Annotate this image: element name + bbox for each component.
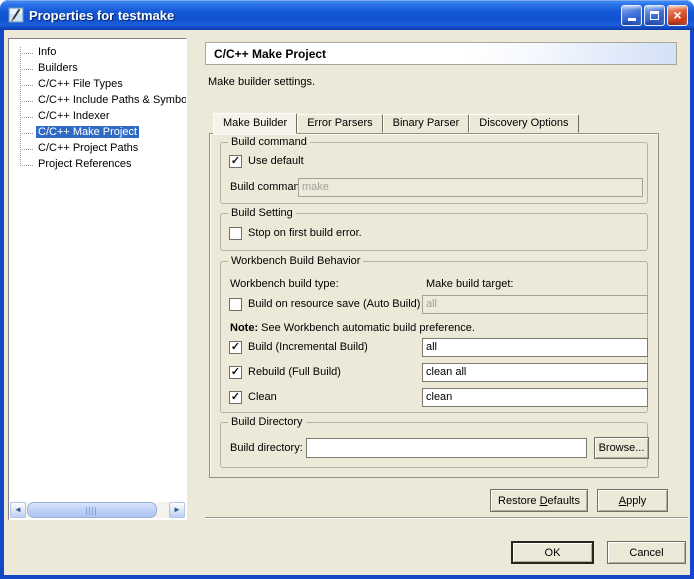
ok-button[interactable]: OK bbox=[511, 541, 594, 564]
scroll-right-icon: ► bbox=[173, 506, 181, 514]
page-header: C/C++ Make Project bbox=[205, 42, 677, 65]
build-directory-group: Build Directory Build directory: Browse.… bbox=[220, 422, 648, 468]
rebuild-label: Rebuild (Full Build) bbox=[248, 366, 341, 378]
tree-item-include-paths[interactable]: C/C++ Include Paths & Symbo bbox=[9, 93, 186, 109]
workbench-build-behavior-group: Workbench Build Behavior Workbench build… bbox=[220, 261, 648, 413]
scrollbar-grip-icon bbox=[86, 507, 98, 515]
clean-checkbox[interactable]: ✓ bbox=[229, 391, 242, 404]
title-bar[interactable]: Properties for testmake × bbox=[0, 0, 694, 30]
button-bar-separator bbox=[205, 517, 688, 519]
rebuild-checkbox[interactable]: ✓ bbox=[229, 366, 242, 379]
build-setting-group-title: Build Setting bbox=[228, 207, 296, 220]
checkmark-icon: ✓ bbox=[231, 365, 240, 378]
minimize-button[interactable] bbox=[621, 5, 642, 26]
scroll-left-icon: ◄ bbox=[14, 506, 22, 514]
scroll-left-button[interactable]: ◄ bbox=[10, 502, 26, 518]
restore-defaults-label: Restore Defaults bbox=[498, 495, 580, 507]
incremental-build-checkbox[interactable]: ✓ bbox=[229, 341, 242, 354]
browse-button[interactable]: Browse... bbox=[594, 437, 649, 459]
tab-error-parsers[interactable]: Error Parsers bbox=[297, 114, 382, 133]
scroll-right-button[interactable]: ► bbox=[169, 502, 185, 518]
tree-item-indexer[interactable]: C/C++ Indexer bbox=[9, 109, 186, 125]
stop-on-error-checkbox[interactable]: ✓ bbox=[229, 227, 242, 240]
workbench-build-type-header: Workbench build type: bbox=[230, 278, 339, 290]
make-builder-panel: Build command ✓ Use default Build comman… bbox=[209, 133, 659, 478]
maximize-button[interactable] bbox=[644, 5, 665, 26]
clean-label: Clean bbox=[248, 391, 277, 403]
build-command-group-title: Build command bbox=[228, 136, 310, 149]
note-text: See Workbench automatic build preference… bbox=[258, 322, 475, 334]
make-build-target-header: Make build target: bbox=[426, 278, 513, 290]
scrollbar-thumb[interactable] bbox=[27, 502, 157, 518]
page-title: C/C++ Make Project bbox=[214, 47, 326, 61]
cancel-button[interactable]: Cancel bbox=[607, 541, 686, 564]
tree-item-make-project[interactable]: C/C++ Make Project bbox=[9, 125, 186, 141]
restore-defaults-button[interactable]: Restore Defaults bbox=[490, 489, 588, 512]
tree-horizontal-scrollbar[interactable]: ◄ ► bbox=[10, 502, 185, 518]
rebuild-target-field[interactable]: clean all bbox=[422, 363, 648, 382]
build-setting-group: Build Setting ✓ Stop on first build erro… bbox=[220, 213, 648, 251]
properties-dialog: Properties for testmake × Info Builders … bbox=[0, 0, 694, 579]
incremental-build-target-field[interactable]: all bbox=[422, 338, 648, 357]
workbench-note: Note: See Workbench automatic build pref… bbox=[230, 322, 475, 334]
build-command-field: make bbox=[298, 178, 643, 197]
tab-make-builder[interactable]: Make Builder bbox=[213, 113, 297, 134]
use-default-checkbox[interactable]: ✓ bbox=[229, 155, 242, 168]
build-directory-group-title: Build Directory bbox=[228, 416, 306, 429]
minimize-icon bbox=[628, 18, 636, 21]
checkmark-icon: ✓ bbox=[231, 390, 240, 403]
dialog-client-area: Info Builders C/C++ File Types C/C++ Inc… bbox=[4, 30, 690, 575]
page-description: Make builder settings. bbox=[208, 76, 315, 88]
auto-build-label: Build on resource save (Auto Build) bbox=[248, 298, 420, 310]
tree-item-file-types[interactable]: C/C++ File Types bbox=[9, 77, 186, 93]
tree-item-info[interactable]: Info bbox=[9, 45, 186, 61]
build-directory-field[interactable] bbox=[306, 438, 587, 458]
stop-on-error-label: Stop on first build error. bbox=[248, 227, 362, 239]
tree-item-list: Info Builders C/C++ File Types C/C++ Inc… bbox=[9, 45, 186, 173]
auto-build-target-field: all bbox=[422, 295, 648, 314]
note-label: Note: bbox=[230, 322, 258, 334]
apply-label: Apply bbox=[619, 495, 647, 507]
checkmark-icon: ✓ bbox=[231, 154, 240, 167]
use-default-label: Use default bbox=[248, 155, 304, 167]
properties-tree: Info Builders C/C++ File Types C/C++ Inc… bbox=[8, 38, 187, 520]
tree-item-project-references[interactable]: Project References bbox=[9, 157, 186, 173]
properties-pencil-icon bbox=[8, 7, 24, 23]
incremental-build-label: Build (Incremental Build) bbox=[248, 341, 368, 353]
build-directory-label: Build directory: bbox=[230, 442, 303, 454]
apply-button[interactable]: Apply bbox=[597, 489, 668, 512]
close-button[interactable]: × bbox=[667, 5, 688, 26]
close-icon: × bbox=[673, 8, 681, 22]
tree-item-project-paths[interactable]: C/C++ Project Paths bbox=[9, 141, 186, 157]
window-title: Properties for testmake bbox=[29, 8, 621, 23]
tab-binary-parser[interactable]: Binary Parser bbox=[383, 114, 470, 133]
workbench-group-title: Workbench Build Behavior bbox=[228, 255, 363, 268]
tab-bar: Make Builder Error Parsers Binary Parser… bbox=[213, 114, 579, 134]
tree-item-builders[interactable]: Builders bbox=[9, 61, 186, 77]
maximize-icon bbox=[650, 11, 659, 20]
clean-target-field[interactable]: clean bbox=[422, 388, 648, 407]
tab-discovery-options[interactable]: Discovery Options bbox=[469, 114, 578, 133]
build-command-group: Build command ✓ Use default Build comman… bbox=[220, 142, 648, 204]
checkmark-icon: ✓ bbox=[231, 340, 240, 353]
auto-build-checkbox[interactable]: ✓ bbox=[229, 298, 242, 311]
